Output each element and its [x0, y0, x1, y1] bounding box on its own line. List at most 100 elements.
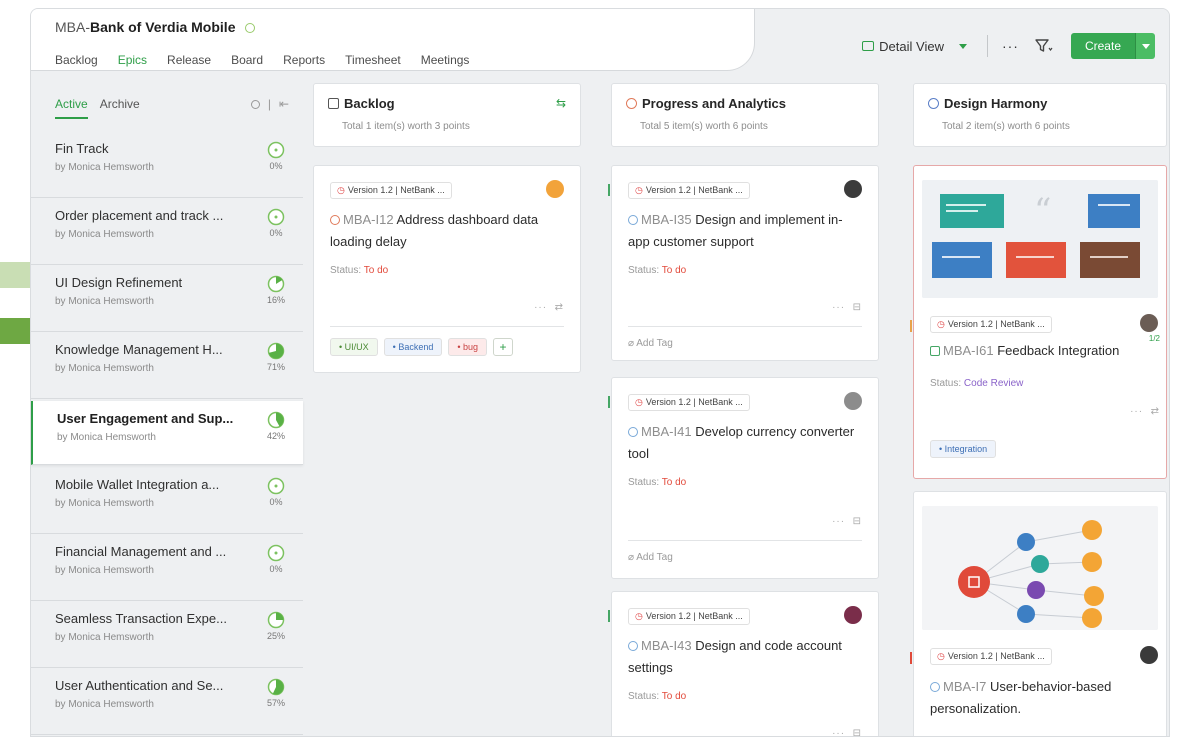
create-dropdown-toggle[interactable]: [1135, 33, 1155, 59]
release-badge[interactable]: ◷ Version 1.2 | NetBank ...: [930, 648, 1052, 665]
epic-progress-percent: 25%: [266, 631, 285, 641]
epic-item[interactable]: User Authentication and Se... by Monica H…: [31, 668, 303, 735]
card-title[interactable]: MBA-I35 Design and implement in-app cust…: [628, 209, 862, 253]
epic-title: Mobile Wallet Integration a...: [55, 477, 220, 492]
epic-title: Order placement and track ...: [55, 208, 224, 223]
nav-reports[interactable]: Reports: [283, 53, 325, 67]
avatar[interactable]: [1140, 646, 1158, 664]
nav-timesheet[interactable]: Timesheet: [345, 53, 401, 67]
tools-separator: |: [267, 97, 271, 111]
epic-item[interactable]: Order placement and track ... by Monica H…: [31, 198, 303, 265]
column-header: Progress and Analytics Total 5 item(s) w…: [611, 83, 879, 147]
epic-item[interactable]: Fin Track by Monica Hemsworth 0%: [31, 131, 303, 198]
release-badge[interactable]: ◷ Version 1.2 | NetBank ...: [930, 316, 1052, 333]
epic-progress: 0%: [261, 208, 291, 238]
search-icon[interactable]: [250, 99, 260, 109]
attachment-thumbnail[interactable]: “: [922, 180, 1158, 298]
column-options-icon[interactable]: ⇆: [556, 96, 566, 110]
avatar[interactable]: [844, 606, 862, 624]
epic-owner: by Monica Hemsworth: [55, 632, 154, 643]
status-value[interactable]: To do: [662, 265, 686, 276]
release-badge[interactable]: ◷ Version 1.2 | NetBank ...: [330, 182, 452, 199]
progress-ring-icon: [267, 411, 285, 429]
nav-board[interactable]: Board: [231, 53, 263, 67]
nav-release[interactable]: Release: [167, 53, 211, 67]
avatar[interactable]: [1140, 314, 1158, 332]
more-options-button[interactable]: ···: [1002, 38, 1019, 54]
epic-progress-percent: 42%: [266, 431, 285, 441]
card-actions[interactable]: ··· ⊟: [832, 516, 862, 527]
project-settings-icon[interactable]: [245, 23, 256, 34]
nav-meetings[interactable]: Meetings: [421, 53, 470, 67]
project-tabs-panel: MBA-Bank of Verdia Mobile Backlog Epics …: [31, 9, 755, 71]
mindmap-preview-image: [922, 506, 1158, 630]
tag-integration[interactable]: • Integration: [930, 440, 997, 458]
card-title[interactable]: MBA-I43 Design and code account settings: [628, 635, 862, 679]
epic-item[interactable]: UI Design Refinement by Monica Hemsworth 1…: [31, 265, 303, 332]
attachment-thumbnail[interactable]: [922, 506, 1158, 630]
epic-item[interactable]: Seamless Transaction Expe... by Monica He…: [31, 601, 303, 668]
release-badge[interactable]: ◷ Version 1.2 | NetBank ...: [628, 182, 750, 199]
task-icon: [628, 641, 638, 651]
tag-bug[interactable]: • bug: [448, 338, 488, 356]
project-title[interactable]: MBA-Bank of Verdia Mobile: [55, 19, 256, 35]
card-actions[interactable]: ··· ⇄: [534, 302, 564, 313]
task-card[interactable]: ◷ Version 1.2 | NetBank ... MBA-I35 Desig…: [608, 165, 879, 361]
release-badge[interactable]: ◷ Version 1.2 | NetBank ...: [628, 394, 750, 411]
epic-icon: [626, 98, 637, 109]
epic-progress-percent: 0%: [269, 161, 283, 171]
status-value[interactable]: To do: [364, 265, 388, 276]
epic-item[interactable]: Knowledge Management H... by Monica Hemsw…: [31, 332, 303, 399]
add-tag-button[interactable]: ⌀ Add Tag: [628, 338, 673, 349]
card-title[interactable]: MBA-I7 User-behavior-based personalizati…: [930, 676, 1152, 720]
epic-title: Seamless Transaction Expe...: [55, 611, 227, 626]
nav-epics[interactable]: Epics: [118, 53, 147, 67]
card-actions[interactable]: ··· ⊟: [832, 302, 862, 313]
column-header: Backlog Total 1 item(s) worth 3 points ⇆: [313, 83, 581, 147]
release-badge[interactable]: ◷ Version 1.2 | NetBank ...: [628, 608, 750, 625]
card-title[interactable]: MBA-I41 Develop currency converter tool: [628, 421, 862, 465]
status-value[interactable]: Code Review: [964, 378, 1023, 389]
status-value[interactable]: To do: [662, 691, 686, 702]
epic-title: Fin Track: [55, 141, 109, 156]
progress-ring-icon: [267, 544, 285, 562]
card-actions[interactable]: ··· ⊟: [832, 728, 862, 736]
add-tag-button[interactable]: +: [493, 338, 514, 356]
task-card[interactable]: ◷ Version 1.2 | NetBank ... MBA-I41 Devel…: [608, 377, 879, 579]
task-card-selected[interactable]: “ ◷ Version 1.2 | NetBank ... 1/2 MBA-I6…: [910, 165, 1167, 479]
card-actions[interactable]: ··· ⇄: [1130, 406, 1160, 417]
collapse-sidebar-icon[interactable]: ⇤: [279, 97, 289, 111]
avatar[interactable]: [546, 180, 564, 198]
create-button[interactable]: Create: [1070, 33, 1155, 59]
slide-preview-image: “: [922, 180, 1158, 298]
tag-uiux[interactable]: • UI/UX: [330, 338, 378, 356]
release-icon: ◷: [635, 185, 643, 195]
avatar[interactable]: [844, 180, 862, 198]
epic-title: Knowledge Management H...: [55, 342, 223, 357]
decor-block-green: [0, 318, 30, 344]
epic-owner: by Monica Hemsworth: [55, 699, 154, 710]
subtask-count: 1/2: [1148, 334, 1160, 343]
card-title[interactable]: MBA-I61 Feedback Integration: [930, 340, 1119, 362]
task-card[interactable]: ◷ Version 1.2 | NetBank ... MBA-I43 Desig…: [608, 591, 879, 736]
task-card[interactable]: ◷ Version 1.2 | NetBank ... MBA-I12 Addre…: [313, 165, 581, 373]
tab-archive[interactable]: Archive: [100, 97, 140, 119]
project-name: Bank of Verdia Mobile: [90, 19, 236, 35]
epic-title: User Authentication and Se...: [55, 678, 224, 693]
filter-icon[interactable]: [1035, 38, 1053, 54]
column-backlog: Backlog Total 1 item(s) worth 3 points ⇆…: [313, 79, 581, 736]
epic-progress: 25%: [261, 611, 291, 641]
epic-item[interactable]: Mobile Wallet Integration a... by Monica …: [31, 467, 303, 534]
epic-progress: 16%: [261, 275, 291, 305]
epic-item[interactable]: Financial Management and ... by Monica He…: [31, 534, 303, 601]
epic-item[interactable]: User Engagement and Sup... by Monica Hems…: [31, 401, 303, 465]
avatar[interactable]: [844, 392, 862, 410]
detail-view-dropdown[interactable]: Detail View: [862, 39, 967, 54]
nav-backlog[interactable]: Backlog: [55, 53, 98, 67]
status-value[interactable]: To do: [662, 477, 686, 488]
tab-active[interactable]: Active: [55, 97, 88, 119]
add-tag-button[interactable]: ⌀ Add Tag: [628, 552, 673, 563]
tag-backend[interactable]: • Backend: [383, 338, 443, 356]
card-title[interactable]: MBA-I12 Address dashboard data loading d…: [330, 209, 564, 253]
task-card[interactable]: ◷ Version 1.2 | NetBank ... MBA-I7 User-b…: [910, 491, 1167, 736]
